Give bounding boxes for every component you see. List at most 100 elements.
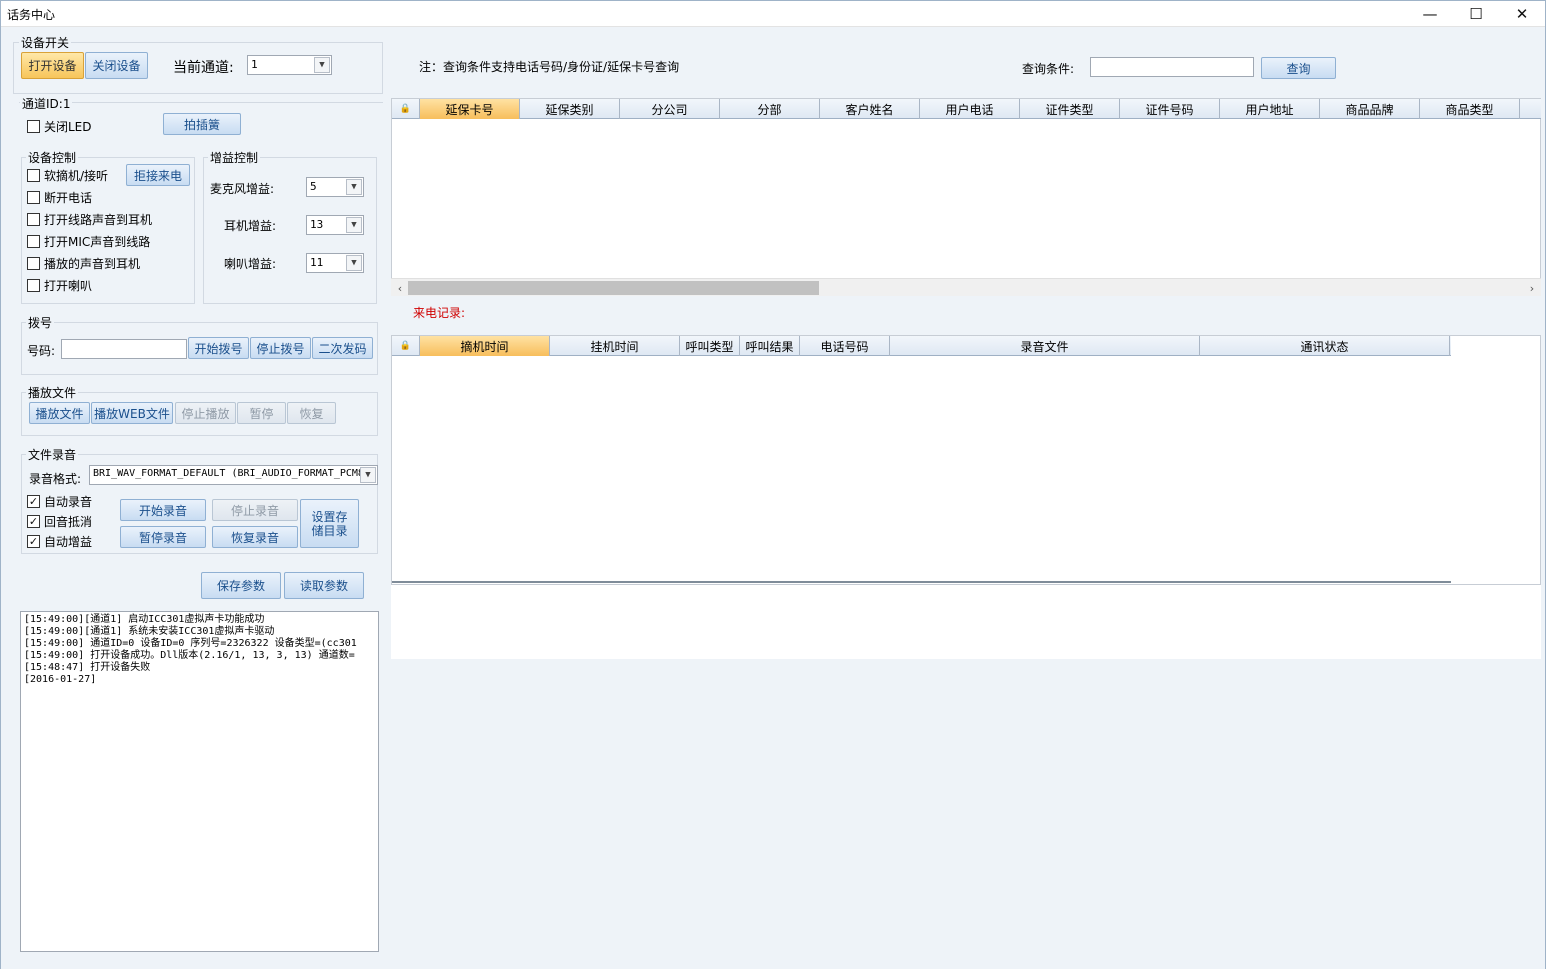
speaker-checkbox[interactable]: 打开喇叭 — [27, 277, 92, 294]
blank-area — [391, 585, 1541, 659]
record-title: 文件录音 — [26, 446, 79, 463]
chevron-left-icon[interactable]: ‹ — [392, 280, 408, 296]
speaker-gain-label: 喇叭增益: — [224, 257, 277, 271]
incoming-grid[interactable]: 🔒 摘机时间 挂机时间 呼叫类型 呼叫结果 电话号码 录音文件 通讯状态 — [391, 335, 1541, 585]
record-format-label: 录音格式: — [29, 472, 82, 486]
checkbox-box[interactable] — [27, 235, 40, 248]
soft-offhook-checkbox[interactable]: 软摘机/接听 — [27, 167, 108, 184]
warranty-grid-scrollbar[interactable]: ‹ › — [391, 278, 1541, 296]
log-line: [15:49:00][通道1] 启动ICC301虚拟声卡功能成功 — [24, 614, 265, 625]
flash-hook-button[interactable]: 拍插簧 — [163, 113, 241, 135]
column-header[interactable]: 呼叫结果 — [740, 336, 800, 356]
reject-call-button[interactable]: 拒接来电 — [126, 164, 190, 186]
column-header[interactable]: 延保类别 — [520, 99, 620, 119]
column-header[interactable]: 电话号码 — [800, 336, 890, 356]
stop-play-button[interactable]: 停止播放 — [175, 402, 236, 424]
load-params-button[interactable]: 读取参数 — [284, 572, 364, 599]
query-note: 注：查询条件支持电话号码/身份证/延保卡号查询 — [419, 60, 680, 74]
chevron-right-icon[interactable]: › — [1524, 280, 1540, 296]
start-dial-button[interactable]: 开始拨号 — [188, 337, 249, 359]
current-channel-value: 1 — [251, 58, 258, 71]
play-web-file-button[interactable]: 播放WEB文件 — [91, 402, 173, 424]
number-input[interactable] — [61, 339, 187, 359]
log-line: [15:49:00] 打开设备成功。Dll版本(2.16/1, 13, 3, 1… — [24, 650, 355, 661]
query-button[interactable]: 查询 — [1261, 57, 1336, 79]
column-header[interactable]: 商品类型 — [1420, 99, 1520, 119]
play-to-earphone-checkbox[interactable]: 播放的声音到耳机 — [27, 255, 140, 272]
checkbox-label: 打开MIC声音到线路 — [44, 235, 151, 249]
speaker-gain-select[interactable]: 11 ▼ — [306, 253, 364, 273]
mic-to-line-checkbox[interactable]: 打开MIC声音到线路 — [27, 233, 150, 250]
log-textarea[interactable]: [15:49:00][通道1] 启动ICC301虚拟声卡功能成功 [15:49:… — [20, 611, 379, 952]
column-header[interactable]: 摘机时间 — [420, 336, 550, 356]
start-record-button[interactable]: 开始录音 — [120, 499, 206, 521]
check-icon[interactable]: ✓ — [27, 495, 40, 508]
echo-cancel-checkbox[interactable]: ✓ 回音抵消 — [27, 513, 92, 530]
checkbox-box[interactable] — [27, 191, 40, 204]
close-button[interactable]: ✕ — [1499, 1, 1545, 27]
checkbox-label: 播放的声音到耳机 — [44, 257, 141, 271]
channel-id-label: 通道ID:1 — [20, 95, 73, 112]
column-header[interactable]: 挂机时间 — [550, 336, 680, 356]
column-header[interactable]: 证件类型 — [1020, 99, 1120, 119]
warranty-grid[interactable]: 🔒 延保卡号 延保类别 分公司 分部 客户姓名 用户电话 证件类型 证件号码 用… — [391, 98, 1541, 296]
stop-dial-button[interactable]: 停止拨号 — [250, 337, 311, 359]
pause-record-button[interactable]: 暂停录音 — [120, 526, 206, 548]
pause-play-button[interactable]: 暂停 — [237, 402, 286, 424]
column-header[interactable]: 客户姓名 — [820, 99, 920, 119]
close-led-checkbox[interactable]: 关闭LED — [27, 118, 92, 135]
play-file-button[interactable]: 播放文件 — [29, 402, 90, 424]
resume-record-button[interactable]: 恢复录音 — [212, 526, 298, 548]
title-bar: 话务中心 — ☐ ✕ — [1, 1, 1545, 27]
set-storage-dir-button[interactable]: 设置存 储目录 — [300, 499, 359, 548]
column-header[interactable]: 分部 — [720, 99, 820, 119]
column-header[interactable]: 商品品牌 — [1320, 99, 1420, 119]
grid-bottom-border — [392, 581, 1451, 583]
chevron-down-icon[interactable]: ▼ — [346, 255, 362, 271]
line-to-earphone-checkbox[interactable]: 打开线路声音到耳机 — [27, 211, 152, 228]
window-title: 话务中心 — [7, 8, 56, 22]
column-header[interactable]: 通讯状态 — [1200, 336, 1450, 356]
chevron-down-icon[interactable]: ▼ — [360, 467, 376, 483]
maximize-button[interactable]: ☐ — [1453, 1, 1499, 27]
chevron-down-icon[interactable]: ▼ — [346, 179, 362, 195]
chevron-down-icon[interactable]: ▼ — [314, 57, 330, 73]
column-header[interactable]: 用户电话 — [920, 99, 1020, 119]
column-header[interactable]: 分公司 — [620, 99, 720, 119]
minimize-button[interactable]: — — [1407, 1, 1453, 27]
column-header[interactable]: 录音文件 — [890, 336, 1200, 356]
auto-gain-checkbox[interactable]: ✓ 自动增益 — [27, 533, 92, 550]
checkbox-box[interactable] — [27, 213, 40, 226]
lock-icon: 🔒 — [392, 336, 420, 356]
scrollbar-thumb[interactable] — [408, 281, 819, 295]
close-led-label: 关闭LED — [44, 120, 92, 134]
column-header[interactable]: 证件号码 — [1120, 99, 1220, 119]
checkbox-box[interactable] — [27, 169, 40, 182]
open-device-button[interactable]: 打开设备 — [21, 52, 84, 79]
close-device-button[interactable]: 关闭设备 — [85, 52, 148, 79]
device-control-title: 设备控制 — [26, 149, 79, 166]
auto-record-checkbox[interactable]: ✓ 自动录音 — [27, 493, 92, 510]
check-icon[interactable]: ✓ — [27, 515, 40, 528]
column-header[interactable]: 呼叫类型 — [680, 336, 740, 356]
main-window: 话务中心 — ☐ ✕ 设备开关 打开设备 关闭设备 当前通道: 1 ▼ 通道ID… — [0, 0, 1546, 969]
checkbox-label: 断开电话 — [44, 191, 93, 205]
chevron-down-icon[interactable]: ▼ — [346, 217, 362, 233]
query-condition-input[interactable] — [1090, 57, 1254, 77]
hangup-checkbox[interactable]: 断开电话 — [27, 189, 92, 206]
checkbox-box[interactable] — [27, 120, 40, 133]
current-channel-select[interactable]: 1 ▼ — [247, 55, 332, 75]
check-icon[interactable]: ✓ — [27, 535, 40, 548]
column-header[interactable]: 延保卡号 — [420, 99, 520, 119]
resume-play-button[interactable]: 恢复 — [287, 402, 336, 424]
save-params-button[interactable]: 保存参数 — [201, 572, 281, 599]
earphone-gain-select[interactable]: 13 ▼ — [306, 215, 364, 235]
stop-record-button[interactable]: 停止录音 — [212, 499, 298, 521]
mic-gain-select[interactable]: 5 ▼ — [306, 177, 364, 197]
column-header[interactable]: 用户地址 — [1220, 99, 1320, 119]
checkbox-box[interactable] — [27, 279, 40, 292]
checkbox-box[interactable] — [27, 257, 40, 270]
record-format-select[interactable]: BRI_WAV_FORMAT_DEFAULT (BRI_AUDIO_FORMAT… — [89, 465, 378, 485]
device-switch-title: 设备开关 — [19, 34, 72, 51]
second-dial-button[interactable]: 二次发码 — [312, 337, 373, 359]
